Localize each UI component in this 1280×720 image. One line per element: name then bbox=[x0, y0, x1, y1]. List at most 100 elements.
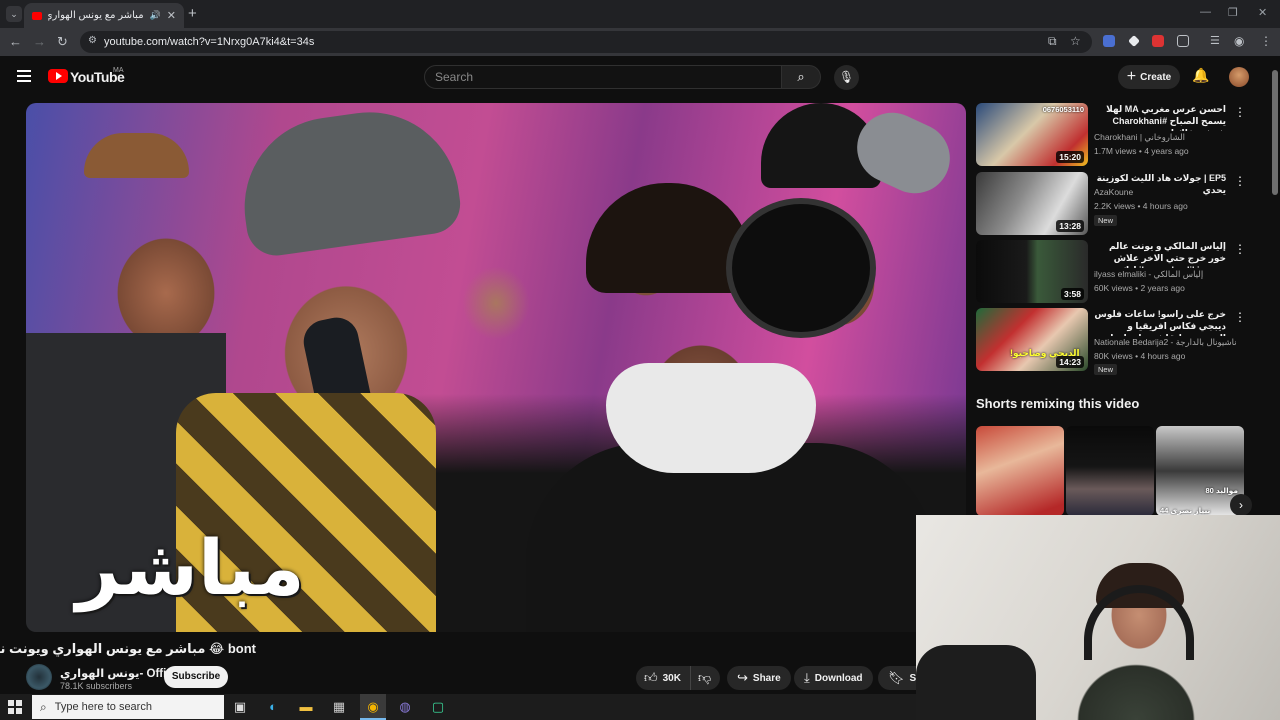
video-duration: 14:23 bbox=[1056, 356, 1084, 368]
search-icon: ⌕ bbox=[40, 699, 47, 714]
channel-avatar[interactable] bbox=[26, 664, 52, 690]
dislike-button[interactable]: 👎︎ bbox=[690, 666, 720, 690]
shorts-next-button[interactable]: › bbox=[1230, 494, 1252, 516]
cast-icon[interactable]: ⧉ bbox=[1048, 34, 1057, 49]
recommendation-thumbnail[interactable]: 13:28 bbox=[976, 172, 1088, 235]
browser-toolbar: ← → ↻ ⚙ youtube.com/watch?v=1Nrxg0A7ki4&… bbox=[0, 28, 1280, 56]
menu-hamburger-icon[interactable] bbox=[17, 70, 31, 82]
webcam-overlay bbox=[916, 515, 1280, 720]
speaker-icon: 🔊 bbox=[149, 10, 161, 20]
short-overlay-text: موالبد 80 bbox=[1205, 486, 1238, 495]
forward-icon[interactable]: → bbox=[33, 34, 46, 49]
url-text: youtube.com/watch?v=1Nrxg0A7ki4&t=34s bbox=[104, 36, 315, 48]
recommendation-title[interactable]: إلياس المالكي و يونت عالم خور خرج حتي ال… bbox=[1094, 240, 1226, 268]
share-button[interactable]: ↪ Share bbox=[727, 666, 791, 690]
short-thumbnail[interactable] bbox=[1066, 426, 1154, 516]
video-duration: 13:28 bbox=[1056, 220, 1084, 232]
share-arrow-icon: ↪ bbox=[737, 670, 748, 685]
like-count: 30K bbox=[662, 672, 681, 684]
recommendation-item[interactable]: 13:28 EP5 | جولات هاد الليث لكوزينة يحدي… bbox=[976, 172, 1246, 236]
recommendation-channel[interactable]: AzaKoune bbox=[1094, 187, 1133, 197]
extensions-puzzle-icon[interactable] bbox=[1177, 35, 1189, 47]
site-info-icon[interactable]: ⚙ bbox=[88, 35, 97, 46]
short-thumbnail[interactable] bbox=[976, 426, 1064, 516]
new-tab-icon[interactable]: + bbox=[188, 5, 197, 22]
taskbar-search-box[interactable]: ⌕ Type here to search bbox=[32, 695, 224, 719]
page-scrollbar[interactable] bbox=[1270, 56, 1280, 515]
microphone-icon: 🎙 bbox=[838, 70, 855, 84]
recommendation-thumbnail[interactable]: الديجي وصاحبو! 14:23 bbox=[976, 308, 1088, 371]
extension-red-icon[interactable] bbox=[1152, 35, 1164, 47]
notifications-bell-icon[interactable]: 🔔 bbox=[1192, 67, 1209, 84]
recommendation-channel[interactable]: ilyass elmaliki - إلياس المالكي bbox=[1094, 269, 1203, 280]
scrollbar-thumb[interactable] bbox=[1272, 70, 1278, 195]
youtube-favicon-icon bbox=[32, 11, 42, 20]
reading-list-icon[interactable]: ☰ bbox=[1210, 34, 1220, 47]
recommendation-meta: 1.7M views • 4 years ago bbox=[1094, 146, 1189, 156]
recommendation-item[interactable]: الديجي وصاحبو! 14:23 خرج على راسو! ساعات… bbox=[976, 308, 1246, 375]
tab-search-dropdown-icon[interactable]: ⌄ bbox=[6, 6, 22, 22]
thumbs-up-icon: 👍︎ bbox=[644, 670, 658, 685]
youtube-header: YouTube MA ⌕ 🎙 + Create 🔔 bbox=[0, 56, 1270, 98]
chrome-icon[interactable]: ◉ bbox=[362, 697, 384, 717]
recommendation-title[interactable]: احسن عرس مغربي MA لهلا يسمح الصباح #Char… bbox=[1094, 103, 1226, 131]
search-button[interactable]: ⌕ bbox=[781, 65, 821, 89]
more-options-icon[interactable]: ⋮ bbox=[1234, 242, 1246, 256]
extension-diamond-icon[interactable] bbox=[1128, 35, 1140, 47]
voice-search-button[interactable]: 🎙 bbox=[834, 65, 859, 90]
recommendation-channel[interactable]: Nationale Bedarija2 - ناشيونال بالدارجة bbox=[1094, 337, 1237, 348]
translate-extension-icon[interactable] bbox=[1103, 35, 1115, 47]
reload-icon[interactable]: ↻ bbox=[57, 34, 68, 50]
windows-taskbar: ⌕ Type here to search ▣ ◐ ▬ ▦ ◉ ◍ ▢ bbox=[0, 694, 916, 720]
thumbs-down-icon: 👎︎ bbox=[698, 670, 712, 685]
recommendation-meta: 80K views • 4 hours ago bbox=[1094, 351, 1186, 361]
video-player[interactable]: مباشر bbox=[26, 103, 966, 632]
profile-icon[interactable]: ◉ bbox=[1234, 34, 1244, 48]
recommendation-item[interactable]: 0676053110 15:20 احسن عرس مغربي MA لهلا … bbox=[976, 103, 1246, 167]
youtube-logo-icon[interactable] bbox=[48, 69, 68, 83]
close-tab-icon[interactable]: ✕ bbox=[167, 9, 176, 22]
edge-browser-icon[interactable]: ◐ bbox=[262, 697, 284, 717]
region-code: MA bbox=[113, 67, 124, 74]
search-input[interactable] bbox=[425, 66, 781, 88]
save-button[interactable]: 🔖︎ Sa bbox=[878, 666, 922, 690]
recommendation-title[interactable]: خرج على راسو! ساعات فلوس ديبجي فكاس افري… bbox=[1094, 308, 1226, 336]
recommendation-item[interactable]: 3:58 إلياس المالكي و يونت عالم خور خرج ح… bbox=[976, 240, 1246, 304]
bookmark-icon: 🔖︎ bbox=[888, 670, 905, 685]
browser-tab-active[interactable]: مباشر مع يونس الهواري ويونت 🔊 ✕ bbox=[24, 3, 184, 28]
maximize-icon[interactable]: ❐ bbox=[1228, 6, 1238, 19]
search-box bbox=[424, 65, 782, 89]
window-close-icon[interactable]: ✕ bbox=[1258, 6, 1267, 19]
new-badge: New bbox=[1094, 364, 1118, 375]
download-button[interactable]: ⤓ Download bbox=[794, 666, 873, 690]
subscribe-button[interactable]: Subscribe bbox=[164, 666, 228, 688]
live-overlay-text: مباشر bbox=[76, 523, 305, 612]
discord-icon[interactable]: ◍ bbox=[394, 697, 416, 717]
create-button[interactable]: + Create bbox=[1118, 65, 1180, 89]
more-options-icon[interactable]: ⋮ bbox=[1234, 174, 1246, 188]
address-bar[interactable]: ⚙ youtube.com/watch?v=1Nrxg0A7ki4&t=34s … bbox=[80, 31, 1092, 53]
store-icon[interactable]: ▦ bbox=[328, 697, 350, 717]
minimize-icon[interactable]: — bbox=[1200, 6, 1211, 18]
recommendation-channel[interactable]: Charokhani | الشاروخاني bbox=[1094, 132, 1185, 143]
taskbar-search-placeholder: Type here to search bbox=[54, 701, 152, 713]
download-icon: ⤓ bbox=[804, 670, 810, 685]
account-avatar[interactable] bbox=[1229, 67, 1249, 87]
back-icon[interactable]: ← bbox=[9, 34, 22, 49]
recommendation-thumbnail[interactable]: 3:58 bbox=[976, 240, 1088, 303]
download-label: Download bbox=[814, 672, 863, 684]
recommendation-meta: 2.2K views • 4 hours ago bbox=[1094, 201, 1188, 211]
search-icon: ⌕ bbox=[797, 69, 805, 84]
share-label: Share bbox=[752, 672, 781, 684]
browser-menu-icon[interactable]: ⋮ bbox=[1260, 34, 1272, 48]
app-icon[interactable]: ▢ bbox=[427, 697, 449, 717]
windows-start-icon[interactable] bbox=[8, 700, 22, 714]
more-options-icon[interactable]: ⋮ bbox=[1234, 105, 1246, 119]
file-explorer-icon[interactable]: ▬ bbox=[295, 697, 317, 717]
bookmark-star-icon[interactable]: ☆ bbox=[1070, 34, 1081, 48]
plus-icon: + bbox=[1126, 68, 1137, 85]
more-options-icon[interactable]: ⋮ bbox=[1234, 310, 1246, 324]
like-button[interactable]: 👍︎ 30K bbox=[636, 666, 690, 690]
task-view-icon[interactable]: ▣ bbox=[229, 697, 251, 717]
recommendation-thumbnail[interactable]: 0676053110 15:20 bbox=[976, 103, 1088, 166]
